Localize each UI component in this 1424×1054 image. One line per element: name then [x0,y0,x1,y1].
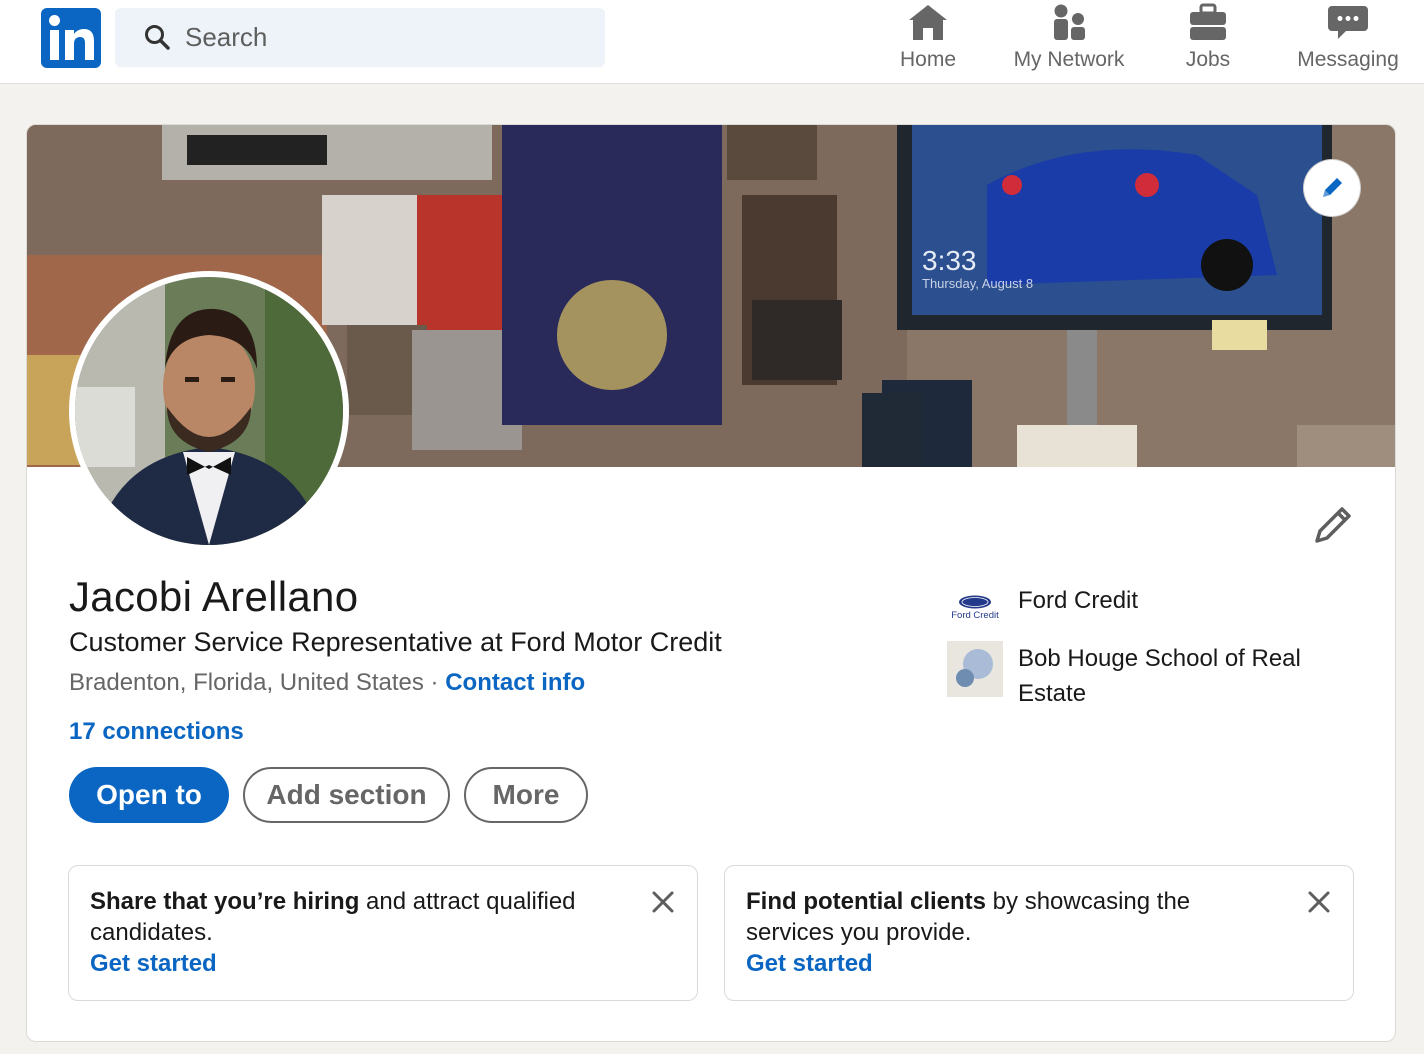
profile-location: Bradenton, Florida, United States [69,669,424,696]
hiring-promo-card: Share that you’re hiring and attract qua… [68,865,698,1001]
ford-credit-logo-text: Ford Credit [951,610,999,621]
banner-clock-date: Thursday, August 8 [922,276,1033,291]
hiring-get-started-link[interactable]: Get started [90,950,217,978]
clients-promo-text: Find potential clients by showcasing the… [746,886,1266,948]
nav-home-label: Home [899,48,957,71]
close-icon[interactable] [1305,888,1333,916]
edit-intro-pencil-icon[interactable] [1311,503,1355,547]
briefcase-icon [1190,3,1226,40]
profile-headline: Customer Service Representative at Ford … [69,627,722,657]
open-to-button[interactable]: Open to [69,767,229,823]
contact-info-link[interactable]: Contact info [445,669,585,696]
nav-my-network-label: My Network [1013,48,1125,71]
profile-location-line: Bradenton, Florida, United States · Cont… [69,669,585,697]
profile-name: Jacobi Arellano [69,573,359,620]
clients-promo-bold: Find potential clients [746,888,987,915]
nav-jobs-label: Jobs [1185,48,1231,71]
nav-my-network[interactable]: My Network [1008,2,1130,82]
profile-photo[interactable] [69,271,349,551]
nav-messaging-label: Messaging [1297,48,1399,71]
search-icon [145,25,170,50]
hiring-promo-text: Share that you’re hiring and attract qua… [90,886,610,948]
linkedin-logo[interactable] [41,8,101,68]
ford-credit-logo: Ford Credit [947,581,1003,637]
edit-background-button[interactable] [1304,160,1360,216]
hiring-promo-bold: Share that you’re hiring [90,888,360,915]
profile-photo-image [75,277,343,545]
nav-jobs[interactable]: Jobs [1168,2,1248,82]
experience-item-ford-credit[interactable]: Ford Credit Ford Credit [947,581,1338,637]
profile-card: 3:33 Thursday, August 8 Jacobi Arellano … [26,124,1396,1042]
search-input[interactable] [185,8,595,67]
nav-home[interactable]: Home [888,2,968,82]
education-school-name: Bob Houge School of Real Estate [1018,645,1301,707]
education-item-bob-houge[interactable]: Bob Houge School of Real Estate [947,641,1338,711]
home-icon [909,5,947,40]
nav-messaging[interactable]: Messaging [1292,2,1404,82]
add-section-button[interactable]: Add section [243,767,450,823]
search-box[interactable] [115,8,605,67]
pencil-icon [1323,178,1342,197]
school-logo-placeholder-icon [947,641,1003,697]
connections-link[interactable]: 17 connections [69,718,244,746]
more-button[interactable]: More [464,767,588,823]
clients-promo-card: Find potential clients by showcasing the… [724,865,1354,1001]
clients-get-started-link[interactable]: Get started [746,950,873,978]
people-icon [1054,4,1085,40]
experience-company-name: Ford Credit [1018,587,1139,614]
close-icon[interactable] [649,888,677,916]
location-separator: · [423,669,446,696]
top-navigation: Home My Network Jobs Messaging [0,0,1424,84]
banner-clock-time: 3:33 [922,245,977,276]
chat-icon [1328,6,1368,39]
